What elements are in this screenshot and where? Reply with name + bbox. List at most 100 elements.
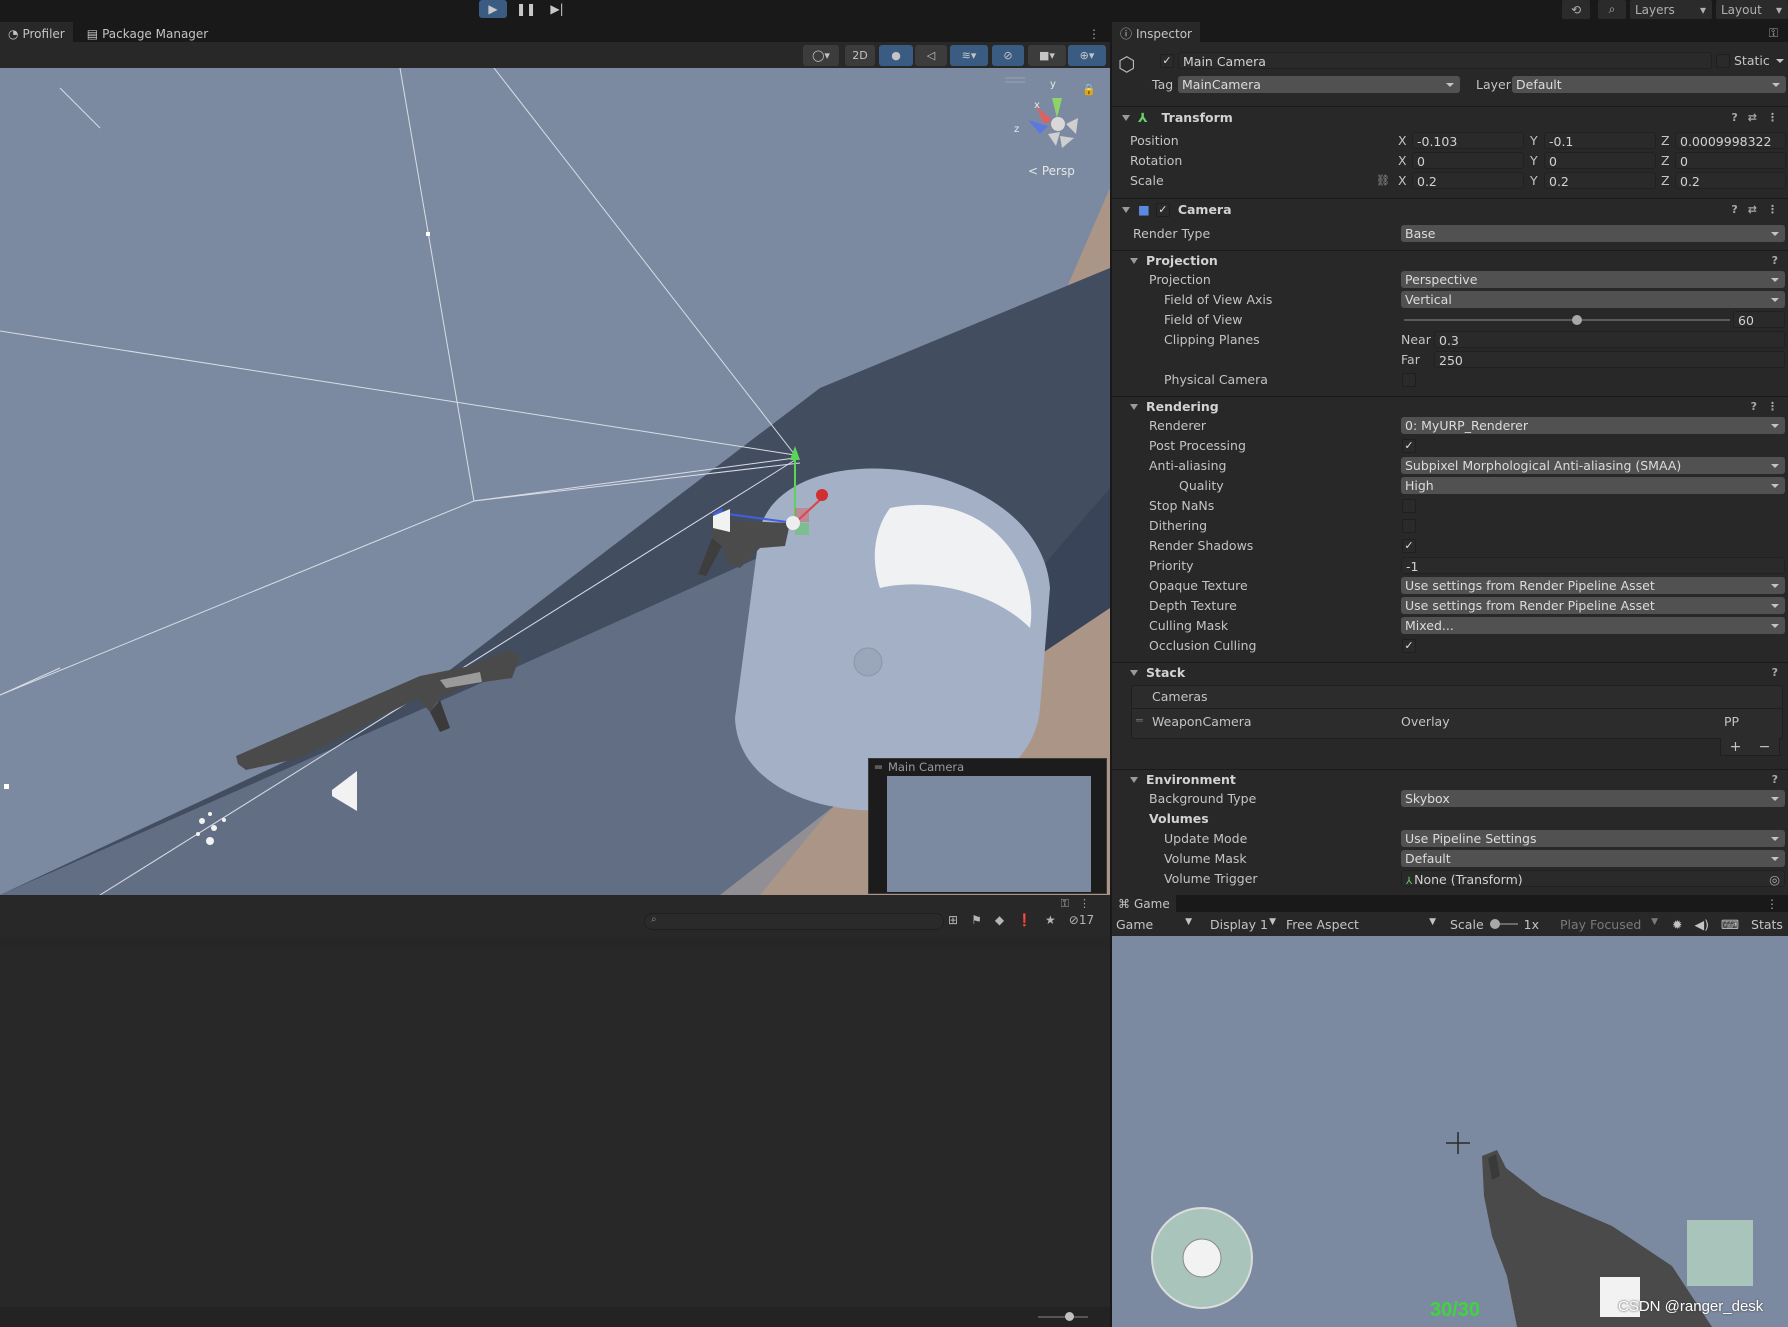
camera-settings-button[interactable]: ■▾ [1028, 45, 1066, 66]
link-icon[interactable]: ⛓ [1376, 174, 1390, 187]
lock-icon[interactable]: ⚿ [1769, 26, 1778, 41]
rotation-y-field[interactable]: 0 [1544, 152, 1656, 169]
culling-mask-dropdown[interactable]: Mixed... [1401, 617, 1785, 634]
star-icon[interactable]: ★ [1045, 913, 1056, 927]
help-icon[interactable]: ? [1731, 111, 1737, 124]
anti-aliasing-dropdown[interactable]: Subpixel Morphological Anti-aliasing (SM… [1401, 457, 1785, 474]
help-icon[interactable]: ? [1772, 773, 1778, 786]
object-name-field[interactable]: Main Camera [1178, 52, 1712, 69]
far-field[interactable]: 250 [1434, 351, 1785, 368]
scale-slider[interactable] [1489, 919, 1518, 929]
fov-slider[interactable] [1404, 319, 1730, 321]
transform-header[interactable]: ⅄ Transform ? ⇄ ⋮ [1112, 106, 1788, 128]
chevron-down-icon[interactable] [1776, 59, 1784, 63]
draw-mode-button[interactable]: ◯▾ [803, 45, 839, 66]
lock-icon[interactable]: 🔒 [1082, 83, 1096, 96]
projection-dropdown[interactable]: Perspective [1401, 271, 1785, 288]
more-icon[interactable]: ⋮ [1088, 27, 1100, 41]
scene-view[interactable]: y x z 🔒 < Persp ═ Main Camera [0, 68, 1110, 895]
dithering-checkbox[interactable] [1402, 519, 1416, 533]
hidden-objects-button[interactable]: ⊘ [992, 45, 1024, 66]
position-x-field[interactable]: -0.103 [1412, 132, 1524, 149]
tag-icon[interactable]: ◆ [995, 913, 1004, 927]
filter-type-icon[interactable]: ⊞ [948, 913, 958, 927]
volume-trigger-field[interactable]: ⅄ None (Transform) ◎ [1401, 870, 1785, 887]
position-z-field[interactable]: 0.0009998322 [1675, 132, 1786, 149]
projection-section-header[interactable]: Projection ? [1112, 250, 1788, 270]
fov-field[interactable]: 60 [1733, 311, 1785, 328]
depth-texture-dropdown[interactable]: Use settings from Render Pipeline Asset [1401, 597, 1785, 614]
renderer-dropdown[interactable]: 0: MyURP_Renderer [1401, 417, 1785, 434]
tag-dropdown[interactable]: MainCamera [1178, 76, 1460, 93]
help-icon[interactable]: ? [1751, 400, 1757, 413]
keyboard-icon[interactable]: ⌨ [1721, 917, 1739, 932]
joystick-knob[interactable] [1182, 1238, 1222, 1278]
opaque-texture-dropdown[interactable]: Use settings from Render Pipeline Asset [1401, 577, 1785, 594]
more-icon[interactable]: ⋮ [1767, 203, 1778, 216]
help-icon[interactable]: ? [1772, 254, 1778, 267]
priority-field[interactable]: -1 [1401, 557, 1785, 574]
rotation-x-field[interactable]: 0 [1412, 152, 1524, 169]
scale-x-field[interactable]: 0.2 [1412, 172, 1524, 189]
layer-dropdown[interactable]: Default [1512, 76, 1786, 93]
rotation-z-field[interactable]: 0 [1675, 152, 1786, 169]
history-button[interactable]: ⟲ [1562, 0, 1590, 19]
mute-audio-icon[interactable]: ◀) [1694, 917, 1709, 932]
background-type-dropdown[interactable]: Skybox [1401, 790, 1785, 807]
layers-dropdown[interactable]: Layers ▾ [1630, 0, 1712, 19]
display-dropdown[interactable]: Display 1 ▼ [1200, 917, 1280, 932]
filter-label-icon[interactable]: ⚑ [971, 913, 982, 927]
search-input[interactable]: ⌕ [644, 913, 944, 930]
bug-icon[interactable]: ✹ [1672, 917, 1682, 932]
warning-icon[interactable]: ❗ [1017, 913, 1032, 927]
play-button[interactable]: ▶ [479, 0, 507, 18]
update-mode-dropdown[interactable]: Use Pipeline Settings [1401, 830, 1785, 847]
frustum-handle[interactable] [426, 232, 430, 236]
stats-button[interactable]: Stats [1751, 917, 1783, 932]
gizmos-button[interactable]: ⊕▾ [1068, 45, 1106, 66]
list-item[interactable]: ═ WeaponCamera Overlay PP [1132, 711, 1782, 737]
fov-axis-dropdown[interactable]: Vertical [1401, 291, 1785, 308]
layout-dropdown[interactable]: Layout ▾ [1716, 0, 1788, 19]
orientation-gizmo[interactable]: y x z [1005, 77, 1078, 148]
render-type-dropdown[interactable]: Base [1401, 225, 1785, 242]
static-checkbox[interactable] [1716, 54, 1730, 68]
quality-dropdown[interactable]: High [1401, 477, 1785, 494]
occlusion-culling-checkbox[interactable]: ✓ [1402, 639, 1416, 653]
active-checkbox[interactable]: ✓ [1160, 54, 1174, 68]
hidden-count[interactable]: ⊘17 [1069, 913, 1094, 927]
more-icon[interactable]: ⋮ [1766, 897, 1778, 911]
camera-header[interactable]: ■ ✓ Camera ? ⇄ ⋮ [1112, 198, 1788, 220]
lighting-button[interactable]: ● [879, 45, 913, 66]
fov-slider-handle[interactable] [1571, 315, 1582, 325]
preset-icon[interactable]: ⇄ [1748, 203, 1757, 216]
more-icon[interactable]: ⋮ [1079, 897, 1090, 911]
help-icon[interactable]: ? [1731, 203, 1737, 216]
camera-enabled-checkbox[interactable]: ✓ [1155, 202, 1170, 217]
tab-game[interactable]: ⌘ Game [1112, 895, 1176, 913]
more-icon[interactable]: ⋮ [1767, 111, 1778, 124]
effects-button[interactable]: ≋▾ [950, 45, 988, 66]
render-shadows-checkbox[interactable]: ✓ [1402, 539, 1416, 553]
position-y-field[interactable]: -0.1 [1544, 132, 1656, 149]
perspective-label[interactable]: < Persp [1028, 164, 1075, 178]
post-processing-checkbox[interactable]: ✓ [1402, 439, 1416, 453]
audio-button[interactable]: ◁ [915, 45, 947, 66]
fire-button[interactable] [1687, 1220, 1753, 1286]
physical-camera-checkbox[interactable] [1402, 373, 1416, 387]
rendering-section-header[interactable]: Rendering ? ⋮ [1112, 396, 1788, 416]
preset-icon[interactable]: ⇄ [1748, 111, 1757, 124]
toggle-2d-button[interactable]: 2D [845, 45, 875, 66]
near-field[interactable]: 0.3 [1434, 331, 1785, 348]
frustum-handle[interactable] [4, 784, 9, 789]
game-view[interactable]: 30/30 CSDN @ranger_desk [1112, 936, 1788, 1327]
scale-slider-handle[interactable] [1489, 919, 1500, 929]
scale-y-field[interactable]: 0.2 [1544, 172, 1656, 189]
remove-camera-button[interactable]: − [1759, 739, 1771, 755]
lock-icon[interactable]: ⚿ [1061, 897, 1069, 911]
more-icon[interactable]: ⋮ [1767, 400, 1778, 413]
volume-mask-dropdown[interactable]: Default [1401, 850, 1785, 867]
search-button[interactable]: ⌕ [1598, 0, 1626, 19]
aspect-dropdown[interactable]: Free Aspect ▼ [1280, 917, 1442, 932]
pause-button[interactable]: ❚❚ [512, 0, 540, 18]
